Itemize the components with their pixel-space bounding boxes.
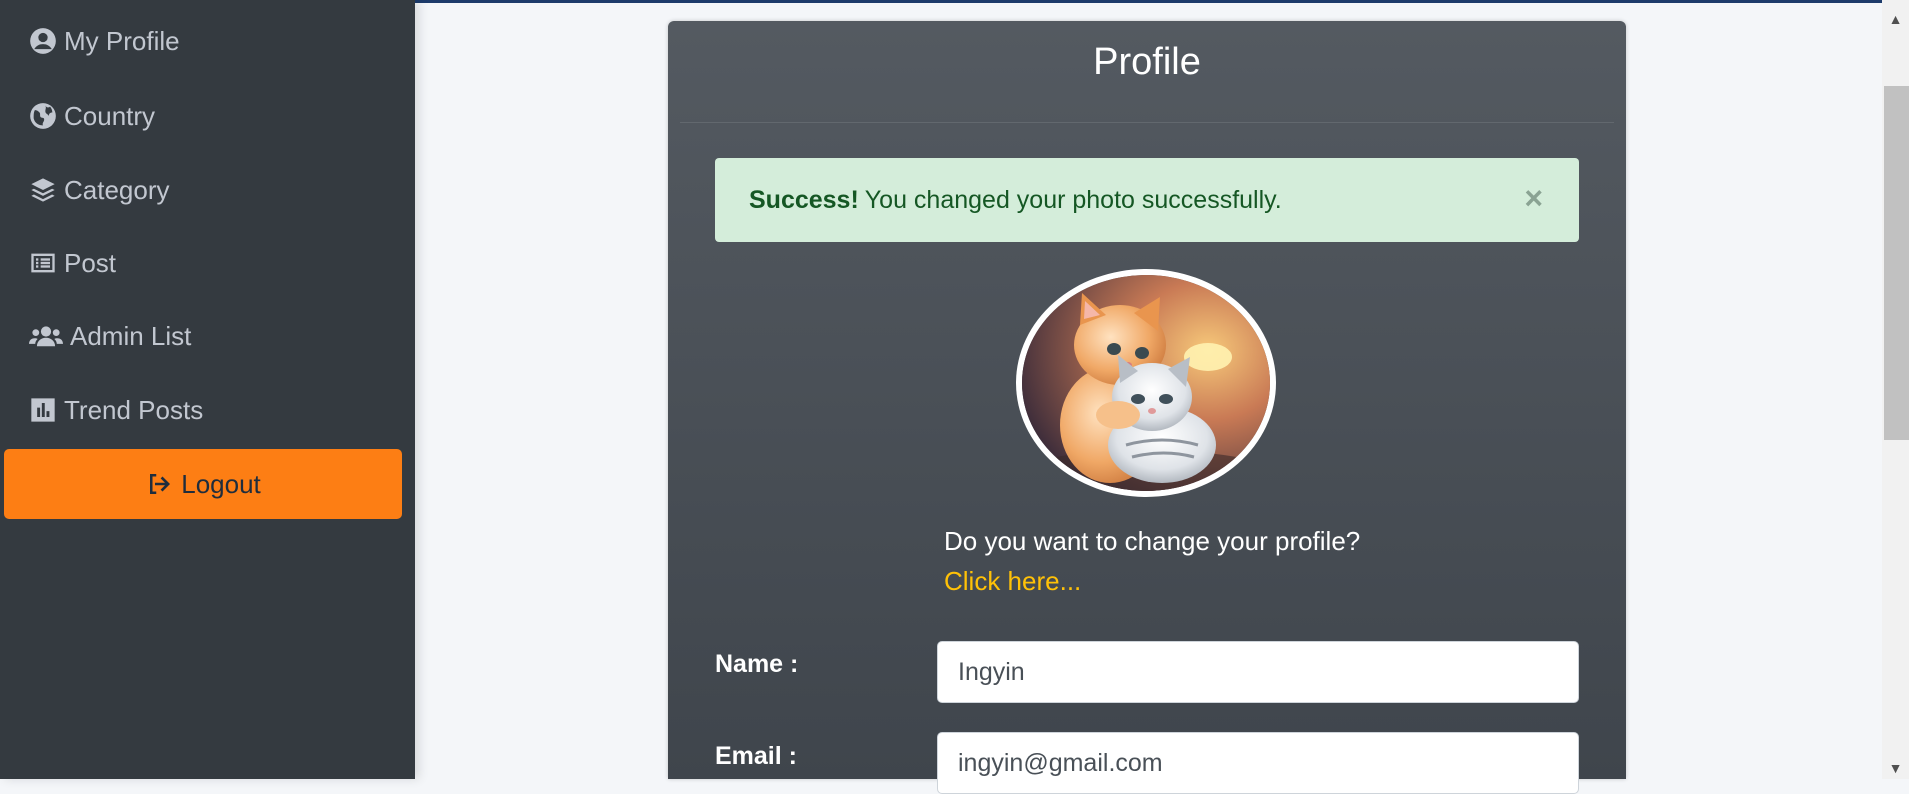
alert-strong: Success! — [749, 185, 859, 214]
change-prompt-text: Do you want to change your profile? — [944, 526, 1361, 556]
success-alert: Success! You changed your photo successf… — [715, 158, 1579, 242]
profile-photo — [1022, 275, 1270, 491]
email-field[interactable] — [937, 732, 1579, 794]
card-divider — [680, 122, 1614, 123]
alert-message: You changed your photo successfully. — [864, 185, 1282, 214]
name-field[interactable] — [937, 641, 1579, 703]
sidebar-item-country[interactable]: Country — [28, 96, 155, 136]
sidebar-item-trend-posts[interactable]: Trend Posts — [28, 390, 203, 430]
sidebar-item-label: Post — [64, 247, 117, 278]
sidebar-item-my-profile[interactable]: My Profile — [28, 21, 180, 61]
scroll-down-arrow-icon[interactable]: ▼ — [1882, 757, 1909, 779]
logout-button[interactable]: Logout — [4, 449, 402, 519]
avatar — [1016, 269, 1276, 497]
users-icon — [28, 321, 64, 351]
globe-icon — [28, 101, 58, 131]
sidebar-item-post[interactable]: Post — [28, 243, 116, 283]
user-circle-icon — [28, 26, 58, 56]
change-photo-prompt: Do you want to change your profile? Clic… — [944, 521, 1364, 601]
sidebar-item-admin-list[interactable]: Admin List — [28, 316, 191, 356]
sidebar-item-label: Category — [64, 174, 170, 205]
logout-label: Logout — [181, 468, 261, 499]
sidebar-item-category[interactable]: Category — [28, 170, 170, 210]
list-alt-icon — [28, 248, 58, 278]
scrollbar-thumb[interactable] — [1884, 86, 1909, 440]
close-icon[interactable]: × — [1524, 180, 1543, 216]
sign-out-icon — [150, 474, 171, 494]
chart-bar-icon — [28, 395, 58, 425]
sidebar-item-label: My Profile — [64, 25, 180, 56]
page-title: Profile — [1093, 41, 1201, 83]
scroll-up-arrow-icon[interactable]: ▲ — [1882, 8, 1909, 30]
sidebar: My Profile Country Category Post Admin L… — [0, 0, 415, 779]
sidebar-item-label: Country — [64, 100, 156, 131]
layers-icon — [28, 175, 58, 205]
profile-card: Profile Success! You changed your photo … — [668, 21, 1626, 794]
change-photo-link[interactable]: Click here... — [944, 566, 1081, 596]
email-label: Email : — [715, 742, 797, 770]
sidebar-item-label: Trend Posts — [64, 394, 204, 425]
name-label: Name : — [715, 650, 799, 678]
sidebar-item-label: Admin List — [70, 320, 192, 351]
